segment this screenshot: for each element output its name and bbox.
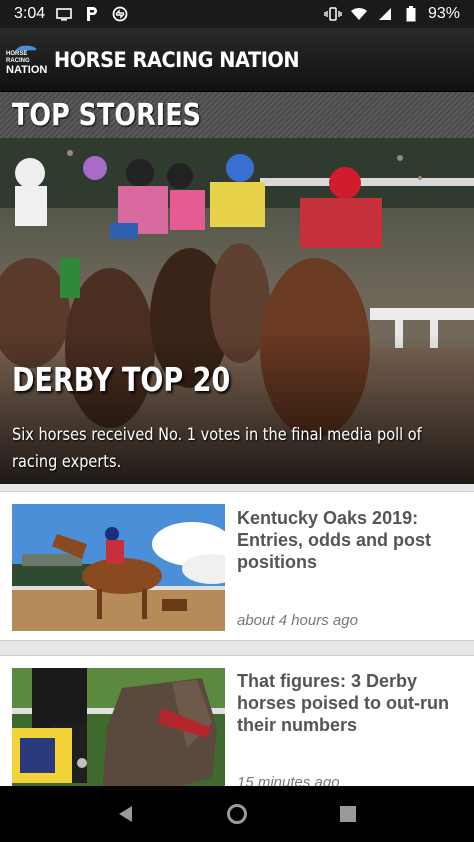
- hero-story[interactable]: DERBY TOP 20 Six horses received No. 1 v…: [0, 138, 474, 484]
- sync-icon: [111, 6, 129, 22]
- logo-top-text: HORSE RACING: [6, 50, 30, 64]
- logo-bottom-text: NATION: [6, 63, 48, 76]
- story-thumbnail: [12, 504, 225, 631]
- battery-icon: [402, 6, 420, 22]
- back-icon: [118, 806, 132, 822]
- story-thumbnail: [12, 668, 225, 796]
- back-button[interactable]: [106, 794, 146, 834]
- horse-logo-icon: [15, 45, 37, 50]
- app-logo[interactable]: HORSE RACING NATION: [6, 44, 48, 76]
- app-title: HORSE RACING NATION: [54, 47, 300, 72]
- status-time: 3:04: [14, 5, 46, 22]
- section-header: TOP STORIES: [0, 92, 474, 138]
- story-card[interactable]: That figures: 3 Derby horses poised to o…: [0, 655, 474, 796]
- derby-horses-thumbnail-image: [12, 668, 225, 796]
- story-time: about 4 hours ago: [237, 612, 358, 629]
- recents-button[interactable]: [328, 794, 368, 834]
- app-header: HORSE RACING NATION HORSE RACING NATION: [0, 28, 474, 92]
- parking-icon: [83, 6, 101, 22]
- oaks-thumbnail-image: [12, 504, 225, 631]
- battery-percent: 93%: [427, 5, 460, 22]
- story-title: Kentucky Oaks 2019: Entries, odds and po…: [237, 508, 432, 572]
- recents-icon: [340, 806, 357, 822]
- wifi-icon: [350, 6, 368, 22]
- story-title: That figures: 3 Derby horses poised to o…: [237, 671, 450, 735]
- story-card[interactable]: Kentucky Oaks 2019: Entries, odds and po…: [0, 491, 474, 641]
- hero-headline: DERBY TOP 20: [12, 360, 231, 399]
- home-icon: [226, 804, 247, 824]
- status-bar: 3:04 93%: [0, 0, 474, 28]
- section-title: TOP STORIES: [12, 97, 201, 133]
- vibrate-icon: [324, 6, 342, 22]
- android-nav-bar: [0, 786, 474, 842]
- home-button[interactable]: [217, 794, 257, 834]
- signal-icon: [376, 6, 394, 22]
- screen-icon: [55, 6, 73, 22]
- hero-subtitle: Six horses received No. 1 votes in the f…: [12, 425, 422, 471]
